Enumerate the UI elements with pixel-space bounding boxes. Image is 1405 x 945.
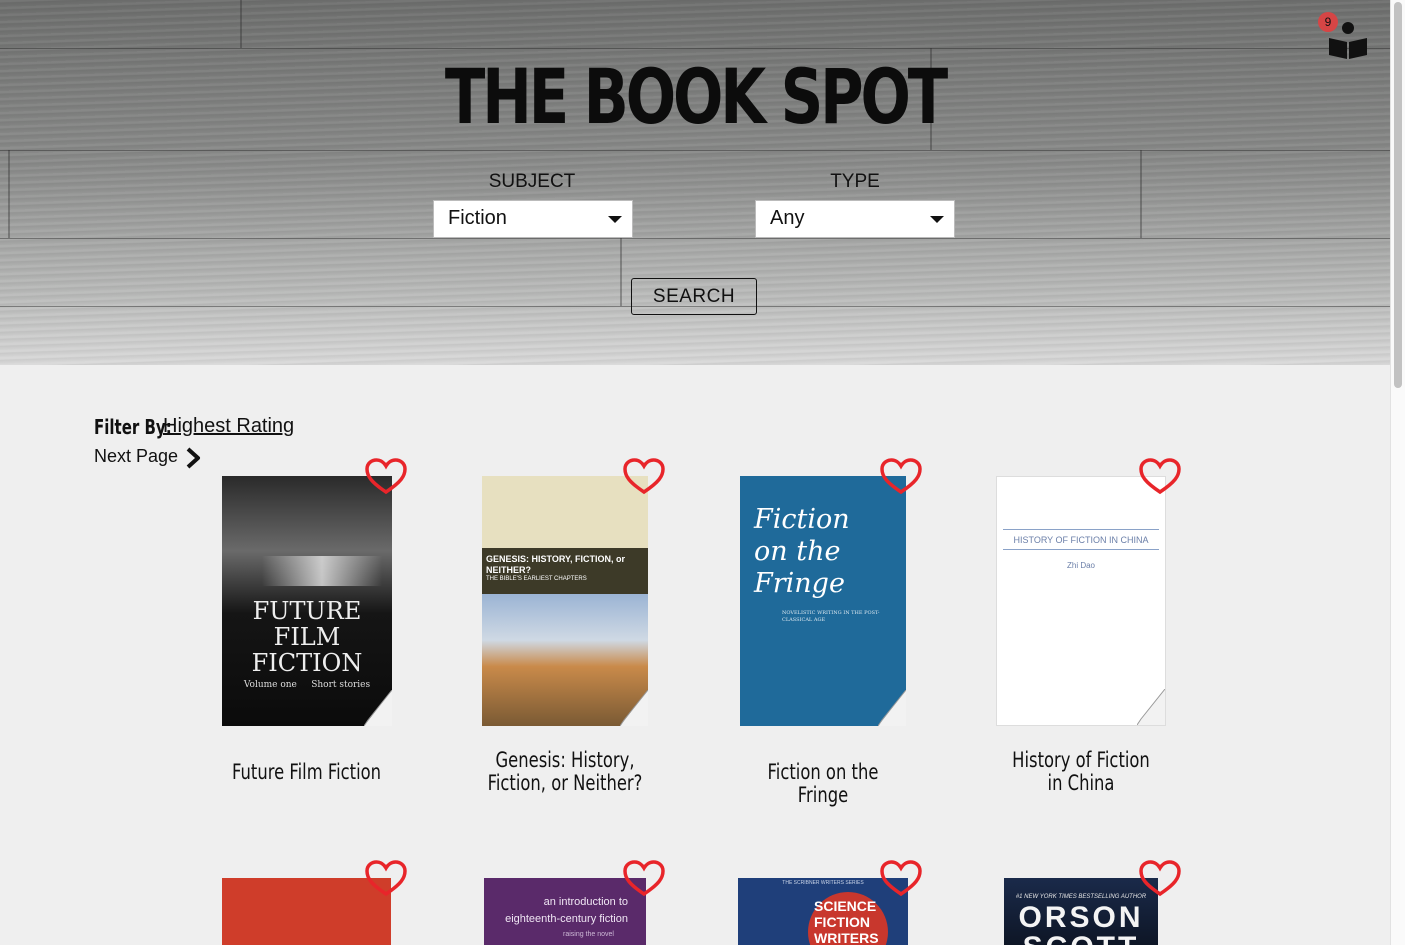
type-select[interactable]: Any	[755, 200, 955, 238]
plank-line	[0, 48, 1390, 49]
subject-select-value: Fiction	[448, 207, 507, 229]
reading-list-button[interactable]: 9	[1318, 12, 1370, 62]
book-title[interactable]: History of Fiction in China	[981, 749, 1181, 795]
plank-seam	[620, 238, 622, 306]
cover-title: GENESIS: HISTORY, FICTION, or NEITHER?	[486, 554, 626, 575]
heart-icon[interactable]	[365, 458, 407, 496]
scrollbar-thumb[interactable]	[1394, 2, 1402, 388]
book-cover[interactable]: #1 NEW YORK TIMES BESTSELLING AUTHOR ORS…	[1004, 878, 1158, 945]
vertical-scrollbar[interactable]	[1390, 0, 1405, 945]
cover-rule	[1003, 549, 1159, 550]
cover-subtitle: raising the novel	[563, 931, 614, 938]
subject-label: SUBJECT	[488, 171, 576, 192]
cover-title: ORSON SCOTT	[1018, 901, 1144, 945]
heart-icon[interactable]	[623, 860, 665, 898]
type-label: TYPE	[830, 171, 880, 192]
cart-count-badge: 9	[1318, 12, 1338, 32]
page-curl-icon	[620, 690, 648, 726]
subject-select[interactable]: Fiction	[433, 200, 633, 238]
plank-seam	[240, 0, 242, 48]
cover-rule	[1003, 529, 1159, 530]
cover-subtitle: #1 NEW YORK TIMES BESTSELLING AUTHOR	[1015, 894, 1147, 900]
next-page-link[interactable]: Next Page	[94, 446, 178, 467]
caret-down-icon	[930, 216, 944, 223]
cover-title: an introduction to eighteenth-century fi…	[505, 896, 628, 925]
plank-seam	[1140, 150, 1142, 238]
book-cover[interactable]: FUTURE FILM FICTION Volume one Short sto…	[222, 476, 392, 726]
cover-title: HISTORY OF FICTION IN CHINA	[1013, 535, 1149, 545]
book-cover[interactable]: an introduction to eighteenth-century fi…	[484, 878, 646, 945]
filter-highest-rating-link[interactable]: Highest Rating	[163, 415, 294, 438]
page-curl-icon	[1137, 689, 1165, 725]
heart-icon[interactable]	[880, 458, 922, 496]
hero-banner: THE BOOK SPOT SUBJECT Fiction TYPE Any S…	[0, 0, 1390, 365]
heart-icon[interactable]	[365, 860, 407, 898]
heart-icon[interactable]	[1139, 458, 1181, 496]
caret-down-icon	[608, 216, 622, 223]
plank-seam	[8, 150, 10, 238]
cover-subtitle: Zhi Dao	[1066, 561, 1095, 570]
cover-title: Fiction on the Fringe	[754, 504, 850, 599]
book-cover[interactable]: Fiction on the Fringe NOVELISTIC WRITING…	[740, 476, 906, 726]
page-curl-icon	[878, 690, 906, 726]
cover-title: FUTURE FILM FICTION	[251, 597, 363, 677]
site-title: THE BOOK SPOT	[444, 52, 948, 141]
cover-subtitle: Volume one Short stories	[243, 680, 371, 690]
filter-label: Filter By:	[94, 415, 172, 439]
cover-subtitle: THE BIBLE'S EARLIEST CHAPTERS	[486, 576, 587, 582]
heart-icon[interactable]	[1139, 860, 1181, 898]
plank-line	[0, 150, 1390, 151]
cover-art	[262, 556, 382, 586]
page-curl-icon	[364, 690, 392, 726]
book-cover[interactable]: HISTORY OF FICTION IN CHINA Zhi Dao	[996, 476, 1166, 726]
book-cover[interactable]: GENESIS: HISTORY, FICTION, or NEITHER? T…	[482, 476, 648, 726]
book-title[interactable]: Genesis: History, Fiction, or Neither?	[465, 749, 665, 795]
book-title[interactable]: Fiction on the Fringe	[723, 761, 923, 807]
chevron-right-icon[interactable]	[184, 446, 202, 470]
book-title[interactable]: Future Film Fiction	[207, 761, 407, 784]
plank-line	[0, 238, 1390, 239]
cover-subtitle: NOVELISTIC WRITING IN THE POST-CLASSICAL…	[782, 610, 880, 623]
cover-title: SCIENCE FICTION WRITERS	[814, 898, 879, 945]
heart-icon[interactable]	[623, 458, 665, 496]
type-select-value: Any	[770, 207, 805, 229]
search-button[interactable]: SEARCH	[631, 278, 757, 315]
heart-icon[interactable]	[880, 860, 922, 898]
